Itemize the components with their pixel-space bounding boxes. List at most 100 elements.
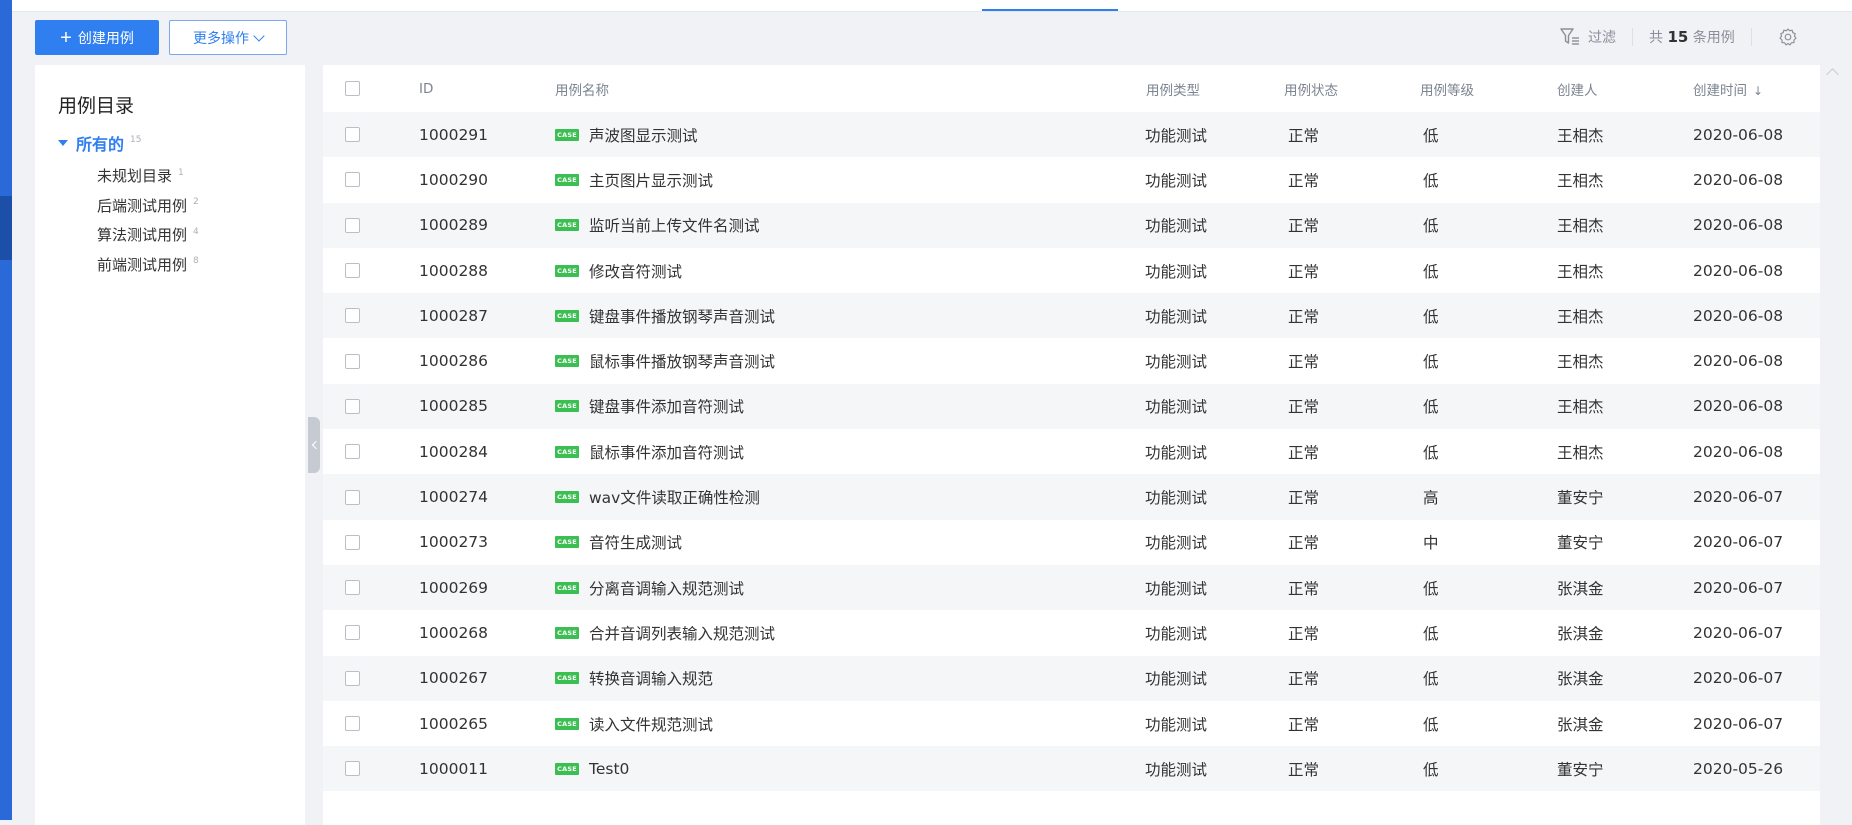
- table-row[interactable]: 1000011 CASE Test0 功能测试 正常 低 董安宁 2020-05-26: [323, 746, 1820, 792]
- case-creator: 王相杰: [1557, 398, 1604, 417]
- sort-desc-icon[interactable]: ↓: [1753, 84, 1763, 98]
- case-name-cell[interactable]: CASE 修改音符测试: [555, 260, 682, 282]
- table-row[interactable]: 1000273 CASE 音符生成测试 功能测试 正常 中 董安宁 2020-06-07: [323, 520, 1820, 565]
- case-badge: CASE: [555, 536, 579, 549]
- row-checkbox[interactable]: [345, 353, 360, 369]
- case-name[interactable]: 分离音调输入规范测试: [589, 577, 744, 599]
- case-name-cell[interactable]: CASE 读入文件规范测试: [555, 713, 713, 735]
- table-row[interactable]: 1000290 CASE 主页图片显示测试 功能测试 正常 低 王相杰 2020-06-08: [323, 157, 1820, 202]
- header-level[interactable]: 用例等级: [1420, 79, 1474, 99]
- table-row[interactable]: 1000265 CASE 读入文件规范测试 功能测试 正常 低 张淇金 2020-06-07: [323, 701, 1820, 746]
- case-name[interactable]: wav文件读取正确性检测: [589, 486, 760, 508]
- header-id[interactable]: ID: [419, 81, 433, 97]
- row-checkbox[interactable]: [345, 716, 360, 732]
- case-name[interactable]: 键盘事件播放钢琴声音测试: [589, 305, 775, 327]
- case-name-cell[interactable]: CASE 合并音调列表输入规范测试: [555, 622, 775, 644]
- row-checkbox[interactable]: [345, 308, 360, 324]
- table-row[interactable]: 1000267 CASE 转换音调输入规范 功能测试 正常 低 张淇金 2020-06-07: [323, 655, 1820, 701]
- case-level: 低: [1423, 670, 1439, 689]
- case-id: 1000291: [419, 125, 489, 144]
- row-checkbox[interactable]: [345, 534, 360, 550]
- tree-node-all[interactable]: 所有的 15: [58, 131, 141, 155]
- case-name-cell[interactable]: CASE 音符生成测试: [555, 531, 682, 553]
- case-name[interactable]: 修改音符测试: [589, 260, 682, 282]
- header-time[interactable]: 创建时间 ↓: [1693, 79, 1763, 99]
- table-row[interactable]: 1000289 CASE 监听当前上传文件名测试 功能测试 正常 低 王相杰 2020-06-…: [323, 202, 1820, 248]
- table-row[interactable]: 1000287 CASE 键盘事件播放钢琴声音测试 功能测试 正常 低 王相杰 2020-06…: [323, 293, 1820, 339]
- case-name[interactable]: 鼠标事件添加音符测试: [589, 441, 744, 463]
- row-checkbox[interactable]: [345, 263, 360, 279]
- create-case-label: 创建用例: [77, 29, 134, 46]
- case-name[interactable]: 主页图片显示测试: [589, 169, 713, 191]
- header-status[interactable]: 用例状态: [1284, 79, 1338, 99]
- table-row[interactable]: 1000269 CASE 分离音调输入规范测试 功能测试 正常 低 张淇金 2020-06-0…: [323, 565, 1820, 611]
- row-checkbox[interactable]: [345, 172, 360, 188]
- case-name-cell[interactable]: CASE Test0: [555, 760, 629, 778]
- case-creator: 王相杰: [1557, 171, 1604, 190]
- tree-node-algorithm[interactable]: 算法测试用例 4: [97, 220, 199, 250]
- row-checkbox[interactable]: [345, 444, 360, 460]
- case-name-cell[interactable]: CASE 主页图片显示测试: [555, 169, 713, 191]
- case-level: 高: [1423, 489, 1439, 508]
- case-name[interactable]: 鼠标事件播放钢琴声音测试: [589, 350, 775, 372]
- case-type: 功能测试: [1145, 171, 1208, 190]
- case-name-cell[interactable]: CASE 监听当前上传文件名测试: [555, 214, 760, 236]
- row-checkbox[interactable]: [345, 761, 360, 777]
- table-row[interactable]: 1000284 CASE 鼠标事件添加音符测试 功能测试 正常 低 王相杰 2020-06-0…: [323, 429, 1820, 474]
- row-checkbox[interactable]: [345, 670, 360, 686]
- case-name-cell[interactable]: CASE 键盘事件播放钢琴声音测试: [555, 305, 775, 327]
- row-checkbox[interactable]: [345, 398, 360, 414]
- header-name[interactable]: 用例名称: [555, 79, 609, 99]
- case-name-cell[interactable]: CASE 转换音调输入规范: [555, 667, 713, 689]
- table-row[interactable]: 1000288 CASE 修改音符测试 功能测试 正常 低 王相杰 2020-06-08: [323, 248, 1820, 293]
- tree-node-label: 算法测试用例: [97, 226, 188, 245]
- case-name-cell[interactable]: CASE 声波图显示测试: [555, 124, 698, 146]
- table-row[interactable]: 1000285 CASE 键盘事件添加音符测试 功能测试 正常 低 王相杰 2020-06-0…: [323, 383, 1820, 430]
- filter-label: 过滤: [1588, 30, 1616, 46]
- case-name-cell[interactable]: CASE 鼠标事件添加音符测试: [555, 441, 744, 463]
- case-name[interactable]: 合并音调列表输入规范测试: [589, 622, 775, 644]
- case-name-cell[interactable]: CASE 键盘事件添加音符测试: [555, 395, 744, 417]
- tree-node-frontend[interactable]: 前端测试用例 8: [97, 250, 199, 280]
- create-case-button[interactable]: + 创建用例: [35, 20, 159, 55]
- header-creator[interactable]: 创建人: [1557, 79, 1598, 99]
- row-checkbox[interactable]: [345, 217, 360, 233]
- case-name[interactable]: 音符生成测试: [589, 531, 682, 553]
- case-type: 功能测试: [1145, 579, 1208, 598]
- case-name[interactable]: Test0: [589, 760, 629, 778]
- settings-button[interactable]: [1778, 27, 1798, 47]
- caret-down-icon[interactable]: [58, 140, 68, 146]
- case-created-time: 2020-06-07: [1693, 488, 1784, 507]
- case-name[interactable]: 读入文件规范测试: [589, 713, 713, 735]
- row-checkbox[interactable]: [345, 489, 360, 505]
- case-name[interactable]: 键盘事件添加音符测试: [589, 395, 744, 417]
- table-row[interactable]: 1000286 CASE 鼠标事件播放钢琴声音测试 功能测试 正常 低 王相杰 2020-06…: [323, 339, 1820, 384]
- row-checkbox[interactable]: [345, 580, 360, 596]
- select-all-checkbox[interactable]: [345, 81, 360, 96]
- table-row[interactable]: 1000291 CASE 声波图显示测试 功能测试 正常 低 王相杰 2020-06-08: [323, 112, 1820, 158]
- case-name-cell[interactable]: CASE 鼠标事件播放钢琴声音测试: [555, 350, 775, 372]
- tree-node-unplanned[interactable]: 未规划目录 1: [97, 161, 199, 191]
- filter-button[interactable]: 过滤: [1560, 27, 1616, 47]
- row-checkbox[interactable]: [345, 625, 360, 641]
- scroll-up-icon[interactable]: [1826, 68, 1839, 81]
- case-creator: 王相杰: [1557, 353, 1604, 372]
- case-badge: CASE: [555, 355, 579, 368]
- case-created-time: 2020-06-08: [1693, 352, 1784, 371]
- case-badge: CASE: [555, 717, 579, 730]
- more-actions-button[interactable]: 更多操作: [169, 20, 287, 55]
- tree-node-backend[interactable]: 后端测试用例 2: [97, 191, 199, 221]
- row-checkbox[interactable]: [345, 127, 360, 143]
- case-name[interactable]: 声波图显示测试: [589, 124, 698, 146]
- header-type[interactable]: 用例类型: [1146, 79, 1200, 99]
- case-name[interactable]: 转换音调输入规范: [589, 667, 713, 689]
- case-id: 1000285: [419, 397, 489, 416]
- case-name-cell[interactable]: CASE 分离音调输入规范测试: [555, 577, 744, 599]
- case-name-cell[interactable]: CASE wav文件读取正确性检测: [555, 486, 760, 508]
- app-sidebar-active-item[interactable]: [0, 196, 12, 260]
- case-name[interactable]: 监听当前上传文件名测试: [589, 214, 760, 236]
- table-row[interactable]: 1000268 CASE 合并音调列表输入规范测试 功能测试 正常 低 张淇金 2020-06…: [323, 610, 1820, 655]
- collapse-sidebar-handle[interactable]: [308, 417, 320, 473]
- case-type: 功能测试: [1145, 670, 1208, 689]
- table-row[interactable]: 1000274 CASE wav文件读取正确性检测 功能测试 正常 高 董安宁 2020-06…: [323, 474, 1820, 520]
